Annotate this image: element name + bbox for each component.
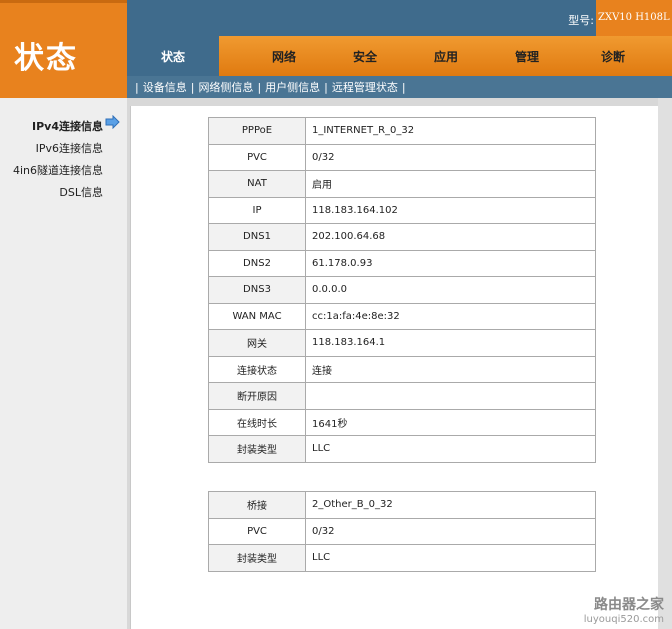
row-label: WAN MAC xyxy=(208,302,306,330)
subnav-separator: | xyxy=(190,81,195,94)
model-label: 型号: xyxy=(568,14,594,27)
subnav-remote-management[interactable]: 远程管理状态 xyxy=(332,81,398,94)
row-value xyxy=(305,382,596,410)
row-value: 0/32 xyxy=(305,517,596,545)
subnav-separator: | xyxy=(401,81,406,94)
subnav-network-info[interactable]: 网络侧信息 xyxy=(198,81,253,94)
watermark-title: 路由器之家 xyxy=(594,597,664,613)
tab-application[interactable]: 应用 xyxy=(411,36,481,76)
page-title: 状态 xyxy=(14,41,78,76)
row-label: PVC xyxy=(208,517,306,545)
model-info: 型号: ZXV10 H108L xyxy=(482,0,672,36)
row-value: 118.183.164.102 xyxy=(305,196,596,224)
row-value: cc:1a:fa:4e:8e:32 xyxy=(305,302,596,330)
model-box: ZXV10 H108L xyxy=(596,0,672,36)
row-label: PVC xyxy=(208,143,306,171)
bridge-connection-table: 桥接 2_Other_B_0_32 PVC 0/32 封装类型 LLC xyxy=(208,491,596,572)
table-row: 封装类型 LLC xyxy=(208,544,596,572)
tab-security[interactable]: 安全 xyxy=(330,36,400,76)
table-row: DNS1 202.100.64.68 xyxy=(208,223,596,251)
row-label: PPPoE xyxy=(208,117,306,145)
table-row: DNS2 61.178.0.93 xyxy=(208,249,596,277)
row-label: 网关 xyxy=(208,329,306,357)
row-value: 2_Other_B_0_32 xyxy=(305,491,596,519)
table-row: 桥接 2_Other_B_0_32 xyxy=(208,491,596,519)
table-row: WAN MAC cc:1a:fa:4e:8e:32 xyxy=(208,302,596,330)
sidebar-item-ipv4[interactable]: IPv4连接信息 xyxy=(32,118,103,134)
table-row: 连接状态 连接 xyxy=(208,355,596,383)
table-row: 断开原因 xyxy=(208,382,596,410)
row-label: 在线时长 xyxy=(208,408,306,436)
sub-navigation: | 设备信息 | 网络侧信息 | 用户侧信息 | 远程管理状态 | xyxy=(127,76,672,98)
content-right-border xyxy=(658,98,672,629)
tab-bar: 网络 安全 应用 管理 诊断 xyxy=(219,36,672,76)
subnav-user-info[interactable]: 用户侧信息 xyxy=(265,81,320,94)
table-row: PVC 0/32 xyxy=(208,143,596,171)
row-value: 启用 xyxy=(305,170,596,198)
tab-management[interactable]: 管理 xyxy=(492,36,562,76)
row-label: DNS3 xyxy=(208,276,306,304)
sidebar: IPv4连接信息 IPv6连接信息 4in6隧道连接信息 DSL信息 xyxy=(0,98,127,629)
model-value: ZXV10 H108L xyxy=(598,12,670,23)
row-value: 202.100.64.68 xyxy=(305,223,596,251)
row-value: 1641秒 xyxy=(305,408,596,436)
row-value: 0/32 xyxy=(305,143,596,171)
top-header: 型号: ZXV10 H108L xyxy=(127,0,672,36)
subnav-device-info[interactable]: 设备信息 xyxy=(143,81,187,94)
main-tabs: 状态 网络 安全 应用 管理 诊断 xyxy=(127,36,672,76)
row-label: IP xyxy=(208,196,306,224)
table-row: PPPoE 1_INTERNET_R_0_32 xyxy=(208,117,596,145)
ipv4-connection-table-body: PPPoE 1_INTERNET_R_0_32 PVC 0/32 NAT 启用 IP 118.… xyxy=(208,117,596,463)
row-label: 断开原因 xyxy=(208,382,306,410)
row-label: 桥接 xyxy=(208,491,306,519)
sidebar-item-ipv6[interactable]: IPv6连接信息 xyxy=(36,140,103,156)
bridge-connection-table-body: 桥接 2_Other_B_0_32 PVC 0/32 封装类型 LLC xyxy=(208,491,596,572)
subnav-separator: | xyxy=(324,81,328,94)
row-label: 连接状态 xyxy=(208,355,306,383)
watermark: 路由器之家 luyouqi520.com xyxy=(584,594,664,625)
row-value: LLC xyxy=(305,435,596,463)
tab-status[interactable]: 状态 xyxy=(127,36,219,76)
tab-network[interactable]: 网络 xyxy=(249,36,319,76)
table-row: NAT 启用 xyxy=(208,170,596,198)
row-value: 61.178.0.93 xyxy=(305,249,596,277)
tab-diagnosis[interactable]: 诊断 xyxy=(578,36,648,76)
watermark-url: luyouqi520.com xyxy=(583,614,664,625)
row-value: 1_INTERNET_R_0_32 xyxy=(305,117,596,145)
row-label: 封装类型 xyxy=(208,544,306,572)
sidebar-item-dsl[interactable]: DSL信息 xyxy=(59,184,103,200)
table-row: 在线时长 1641秒 xyxy=(208,408,596,436)
row-value: 0.0.0.0 xyxy=(305,276,596,304)
table-row: 网关 118.183.164.1 xyxy=(208,329,596,357)
brand-block: 状态 xyxy=(0,0,127,98)
subnav-separator: | xyxy=(257,81,262,94)
row-label: DNS2 xyxy=(208,249,306,277)
sidebar-item-4in6[interactable]: 4in6隧道连接信息 xyxy=(13,162,103,178)
arrow-right-icon xyxy=(105,115,120,129)
ipv4-connection-table: PPPoE 1_INTERNET_R_0_32 PVC 0/32 NAT 启用 IP 118.… xyxy=(208,117,596,463)
row-label: NAT xyxy=(208,170,306,198)
row-label: 封装类型 xyxy=(208,435,306,463)
row-value: 118.183.164.1 xyxy=(305,329,596,357)
table-row: IP 118.183.164.102 xyxy=(208,196,596,224)
row-value: 连接 xyxy=(305,355,596,383)
row-label: DNS1 xyxy=(208,223,306,251)
table-row: PVC 0/32 xyxy=(208,517,596,545)
table-row: 封装类型 LLC xyxy=(208,435,596,463)
table-row: DNS3 0.0.0.0 xyxy=(208,276,596,304)
subnav-links: | 设备信息 | 网络侧信息 | 用户侧信息 | 远程管理状态 | xyxy=(131,79,410,95)
subnav-separator: | xyxy=(135,81,139,94)
row-value: LLC xyxy=(305,544,596,572)
